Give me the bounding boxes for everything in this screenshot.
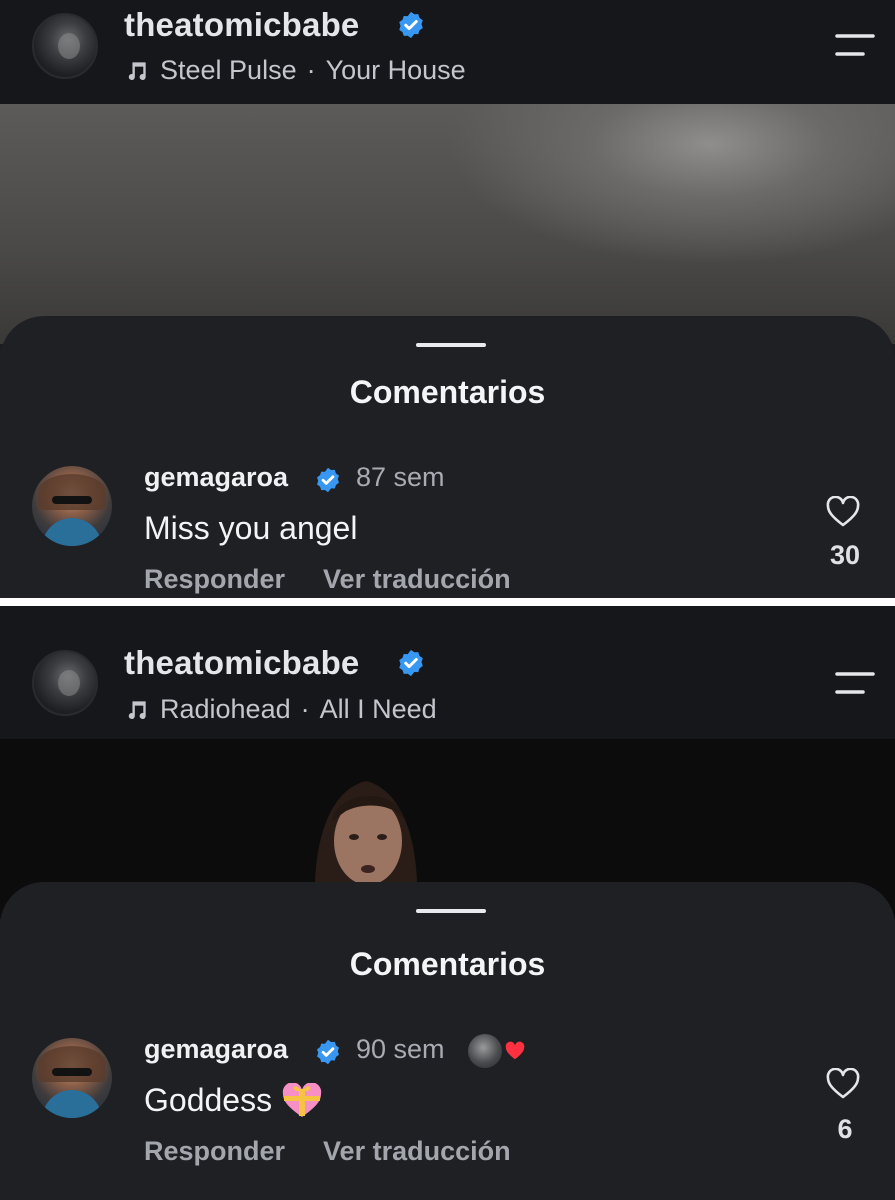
comment-text-content: Goddess bbox=[144, 1082, 273, 1118]
audio-separator: · bbox=[306, 55, 316, 85]
screenshot-panel-top: theatomicbabe Steel Pulse · Your House C… bbox=[0, 0, 895, 598]
post-header: theatomicbabe Steel Pulse · Your House bbox=[0, 0, 895, 104]
see-translation-button[interactable]: Ver traducción bbox=[323, 564, 511, 595]
verified-badge-icon bbox=[317, 467, 339, 493]
comment-timestamp: 87 sem bbox=[356, 462, 445, 492]
reply-button[interactable]: Responder bbox=[144, 564, 285, 595]
audio-separator: · bbox=[300, 694, 310, 724]
heart-outline-icon[interactable] bbox=[825, 1068, 861, 1100]
commenter-username[interactable]: gemagaroa bbox=[144, 1034, 288, 1065]
music-note-icon bbox=[128, 700, 146, 719]
screenshot-panel-bottom: theatomicbabe Radiohead · All I Need Com… bbox=[0, 606, 895, 1200]
creator-liked-heart-icon bbox=[505, 1041, 525, 1060]
commenter-avatar[interactable] bbox=[32, 1038, 112, 1118]
sheet-drag-handle[interactable] bbox=[416, 343, 486, 347]
audio-artist: Steel Pulse bbox=[160, 55, 297, 85]
comment-actions: Responder Ver traducción bbox=[144, 1136, 511, 1167]
comment-text: Miss you angel bbox=[144, 510, 357, 547]
sheet-title: Comentarios bbox=[349, 374, 546, 410]
comment-timestamp: 90 sem bbox=[356, 1034, 445, 1064]
author-avatar[interactable] bbox=[32, 650, 98, 716]
audio-track-row[interactable]: Steel Pulse · Your House bbox=[124, 55, 466, 86]
author-username[interactable]: theatomicbabe bbox=[124, 6, 360, 44]
sheet-drag-handle[interactable] bbox=[416, 909, 486, 913]
verified-badge-icon bbox=[399, 649, 423, 677]
author-avatar[interactable] bbox=[32, 13, 98, 79]
music-note-icon bbox=[128, 61, 146, 80]
comment-text-content: Miss you angel bbox=[144, 510, 358, 546]
commenter-username[interactable]: gemagaroa bbox=[144, 462, 288, 493]
post-header: theatomicbabe Radiohead · All I Need bbox=[0, 606, 895, 739]
author-username[interactable]: theatomicbabe bbox=[124, 644, 360, 682]
commenter-avatar[interactable] bbox=[32, 466, 112, 546]
sheet-title: Comentarios bbox=[349, 946, 546, 982]
gift-heart-emoji-icon bbox=[282, 1082, 322, 1117]
post-media[interactable] bbox=[0, 104, 895, 344]
like-count: 6 bbox=[837, 1114, 853, 1144]
audio-artist: Radiohead bbox=[160, 694, 291, 724]
comments-sheet: Comentarios gemagaroa 90 sem Goddess Res… bbox=[0, 882, 895, 1200]
menu-icon[interactable] bbox=[833, 668, 877, 698]
like-count: 30 bbox=[829, 540, 861, 570]
heart-outline-icon[interactable] bbox=[825, 496, 861, 528]
comment-text: Goddess bbox=[144, 1082, 324, 1119]
see-translation-button[interactable]: Ver traducción bbox=[323, 1136, 511, 1167]
menu-icon[interactable] bbox=[833, 30, 877, 60]
comments-sheet: Comentarios gemagaroa 87 sem Miss you an… bbox=[0, 316, 895, 598]
comment-actions: Responder Ver traducción bbox=[144, 564, 511, 595]
audio-song: Your House bbox=[325, 55, 466, 85]
verified-badge-icon bbox=[399, 11, 423, 39]
creator-avatar-mini bbox=[468, 1034, 502, 1068]
verified-badge-icon bbox=[317, 1039, 339, 1065]
audio-song: All I Need bbox=[319, 694, 437, 724]
reply-button[interactable]: Responder bbox=[144, 1136, 285, 1167]
audio-track-row[interactable]: Radiohead · All I Need bbox=[124, 694, 437, 725]
